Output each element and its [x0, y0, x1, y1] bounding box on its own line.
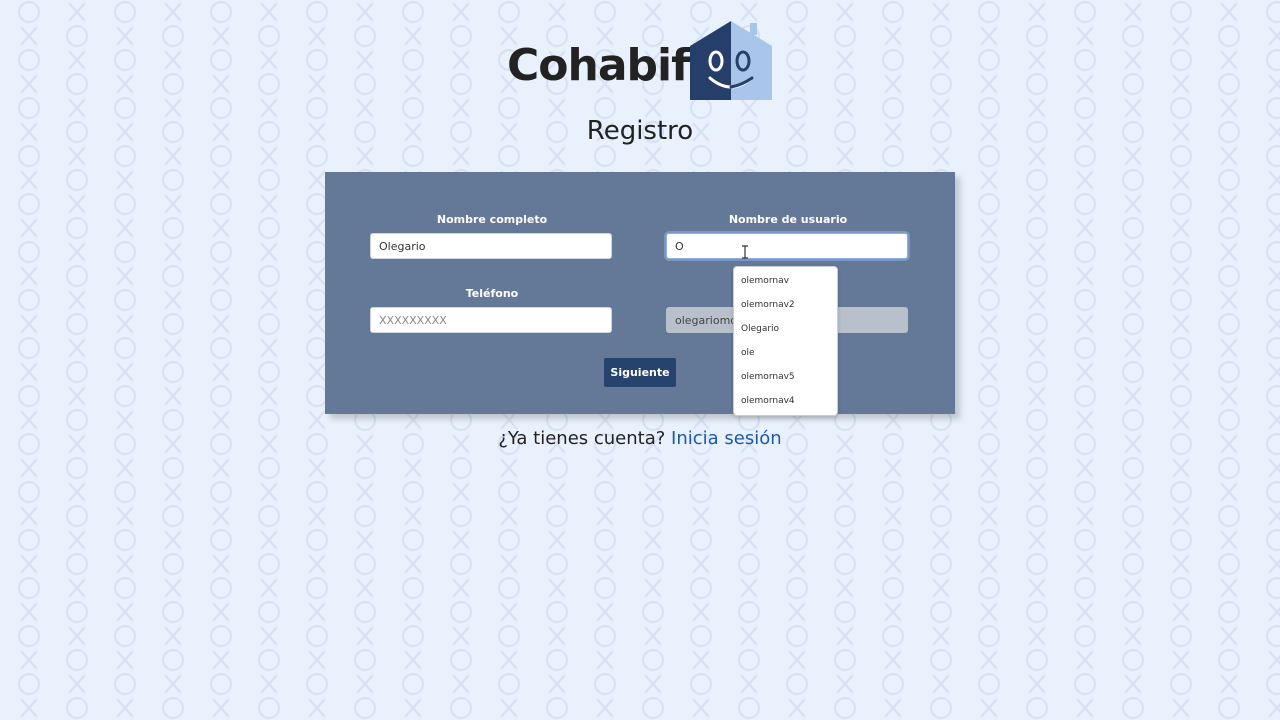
full-name-label: Nombre completo [436, 213, 548, 226]
brand-logo: Cohabify [507, 20, 772, 102]
login-question: ¿Ya tienes cuenta? [498, 428, 666, 449]
autocomplete-option[interactable]: ole [734, 341, 837, 365]
autocomplete-option[interactable]: olemornav5 [734, 365, 837, 389]
phone-input[interactable] [370, 307, 612, 333]
username-label: Nombre de usuario [728, 213, 848, 226]
text-cursor-icon [742, 245, 748, 259]
login-link[interactable]: Inicia sesión [671, 428, 782, 449]
autocomplete-option[interactable]: olemornav2 [734, 293, 837, 317]
next-button[interactable]: Siguiente [604, 358, 676, 387]
autocomplete-option[interactable]: Olegario [734, 317, 837, 341]
smiling-house-icon [690, 21, 772, 100]
autocomplete-option[interactable]: olemornav [734, 269, 837, 293]
login-prompt: ¿Ya tienes cuenta? Inicia sesión [0, 428, 1280, 449]
page-title: Registro [586, 116, 694, 146]
brand-name: Cohabify [507, 40, 718, 91]
username-autocomplete-list: olemornav olemornav2 Olegario ole olemor… [733, 266, 838, 416]
autocomplete-option[interactable]: olemornav4 [734, 389, 837, 413]
phone-label: Teléfono [465, 287, 519, 300]
full-name-input[interactable] [370, 233, 612, 259]
username-input[interactable] [666, 233, 908, 259]
registration-form: Nombre completo Nombre de usuario Teléfo… [325, 172, 955, 414]
